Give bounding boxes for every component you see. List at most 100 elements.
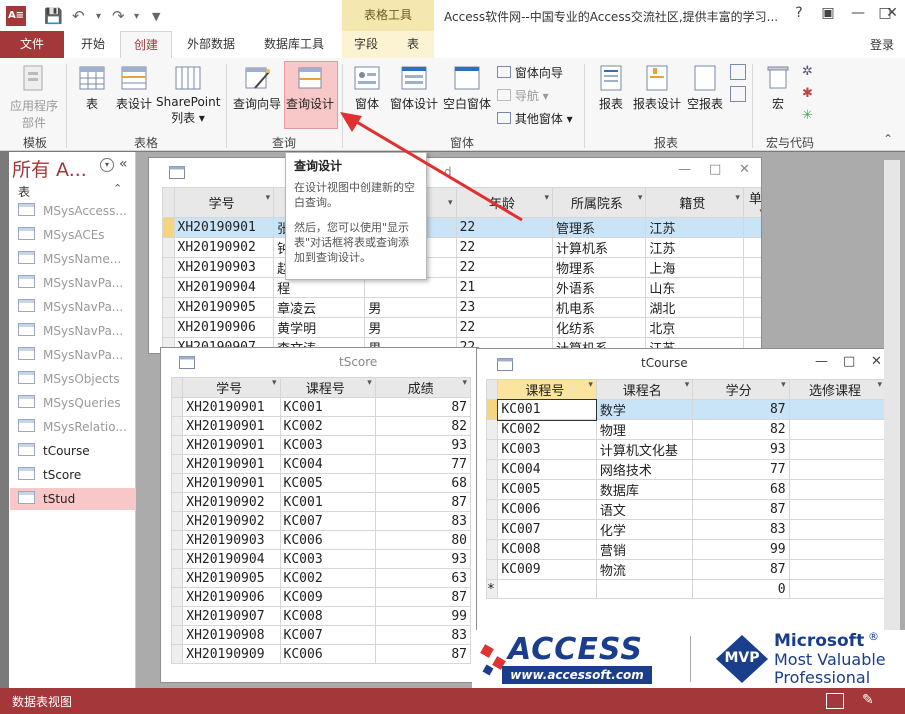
select-all-cell[interactable] [485,379,499,400]
column-filter-dropdown-icon[interactable]: ▾ [462,379,467,389]
cell[interactable]: 外语系 [552,277,647,298]
record-selector[interactable] [170,568,184,588]
cell[interactable]: 87 [692,559,790,580]
table-row[interactable]: XH20190905 章凌云男 23 机电系 湖北 [162,297,761,318]
cell[interactable]: 机电系 [552,297,647,318]
cell[interactable]: 化学 [595,519,694,540]
collapse-section-icon[interactable]: ⌃ [113,182,122,195]
undo-dropdown-icon[interactable]: ▾ [96,11,101,22]
select-all-cell[interactable] [170,377,184,398]
column-header[interactable]: 籍贯 ▾ [645,187,744,218]
table-row[interactable]: XH20190901 KC004 77 [170,454,472,474]
cell[interactable]: XH20190902 [182,511,281,531]
nav-pane-title[interactable]: 所有 A... [12,155,87,182]
cell[interactable]: KC008 [497,539,597,560]
cell[interactable]: 77 [374,454,472,474]
record-selector[interactable] [162,317,175,338]
cell[interactable]: XH20190901 [182,473,281,493]
cell[interactable] [742,257,761,278]
nav-item-msysqueries[interactable]: MSysQueries [18,392,130,414]
cell[interactable]: 22 [455,237,554,258]
record-selector[interactable] [170,492,184,512]
record-selector[interactable] [170,587,184,607]
cell[interactable]: KC001 [496,398,598,421]
cell[interactable]: KC005 [279,473,376,493]
cell[interactable]: KC008 [279,606,376,626]
cell[interactable]: 山东 [645,277,744,298]
customize-qat-icon[interactable]: ▼ [152,10,160,23]
cell[interactable] [742,277,761,298]
record-selector[interactable] [485,439,499,460]
cell[interactable]: XH20190907 [182,606,281,626]
cell[interactable]: 87 [692,499,790,520]
record-selector[interactable] [170,454,184,474]
cell[interactable]: 68 [374,473,472,493]
nav-section-header-tables[interactable]: 表 [18,183,30,200]
record-selector[interactable] [162,217,175,238]
query-wizard-button[interactable]: 查询向导 [230,64,284,112]
application-parts-button[interactable]: 应用程序部件 [6,64,62,131]
column-filter-dropdown-icon[interactable]: ▾ [266,193,271,203]
minimize-icon[interactable]: — [845,5,871,21]
record-selector[interactable] [170,435,184,455]
close-icon[interactable]: ✕ [879,5,905,21]
cell[interactable] [788,479,887,500]
cell[interactable]: KC006 [497,499,597,520]
column-header[interactable]: 成绩 ▾ [374,377,472,398]
record-selector[interactable] [485,479,499,500]
cell[interactable] [788,519,887,540]
cell[interactable]: XH20190905 [182,568,281,588]
table-design-button[interactable]: 表设计 [112,64,156,112]
cell[interactable]: 物流 [595,559,694,580]
save-icon[interactable]: 💾 [44,7,63,25]
table-button[interactable]: 表 [74,64,110,112]
blank-form-button[interactable]: 空白窗体 [440,64,494,112]
table-row[interactable]: XH20190902 钟 22 计算机系 江苏 [162,237,761,258]
cell[interactable]: XH20190904 [173,277,275,298]
cell[interactable]: XH20190903 [173,257,275,278]
tab-home[interactable]: 开始 [70,31,116,58]
form-wizard-button[interactable]: 窗体向导 [497,64,567,81]
table-row[interactable]: XH20190904 KC003 93 [170,549,472,569]
record-selector[interactable] [162,257,175,278]
workspace-vertical-scrollbar[interactable] [884,160,900,680]
cell[interactable]: XH20190909 [182,644,281,664]
query-design-button[interactable]: 查询设计 [284,64,336,112]
cell[interactable]: 22 [455,317,554,338]
tab-table[interactable]: 表 [398,31,428,58]
shutter-bar-close-icon[interactable]: « [119,156,128,172]
cell[interactable] [788,499,887,520]
cell[interactable]: 93 [374,549,472,569]
cell[interactable]: KC004 [497,459,597,480]
cell[interactable]: KC009 [497,559,597,580]
record-selector[interactable] [485,559,499,580]
module-icon[interactable]: ✲ [802,64,813,79]
table-row[interactable]: KC005 数据库 68 [485,479,887,500]
blank-report-button[interactable]: 空报表 [684,64,726,112]
redo-dropdown-icon[interactable]: ▾ [134,11,139,22]
cell[interactable]: KC009 [279,587,376,607]
table-row[interactable]: KC001 数学 87 [485,398,887,421]
record-selector[interactable] [485,419,499,440]
nav-item-msysname[interactable]: MSysName... [18,248,130,270]
table-row[interactable]: XH20190909 KC006 87 [170,644,472,664]
record-selector[interactable] [162,237,175,258]
access-app-icon[interactable]: A≡ [6,6,26,26]
cell[interactable]: 江苏 [645,217,744,238]
cell[interactable]: 化纺系 [552,317,647,338]
ribbon-display-options-icon[interactable]: ▣ [815,5,841,21]
close-icon[interactable]: ✕ [871,354,882,369]
table-row[interactable]: XH20190902 KC007 83 [170,511,472,531]
cell[interactable]: 男 [364,297,457,318]
cell[interactable]: 99 [692,539,790,560]
table-row[interactable]: KC006 语文 87 [485,499,887,520]
cell[interactable]: 83 [374,511,472,531]
record-selector[interactable] [170,530,184,550]
table-row[interactable]: XH20190908 KC007 83 [170,625,472,645]
column-header[interactable]: 课程号 ▾ [497,379,597,400]
table-row[interactable]: XH20190901 KC001 87 [170,397,472,417]
table-row[interactable]: XH20190901 KC002 82 [170,416,472,436]
table-row[interactable]: XH20190902 KC001 87 [170,492,472,512]
cell[interactable]: KC003 [497,439,597,460]
macro-button[interactable]: 宏 [760,64,796,112]
